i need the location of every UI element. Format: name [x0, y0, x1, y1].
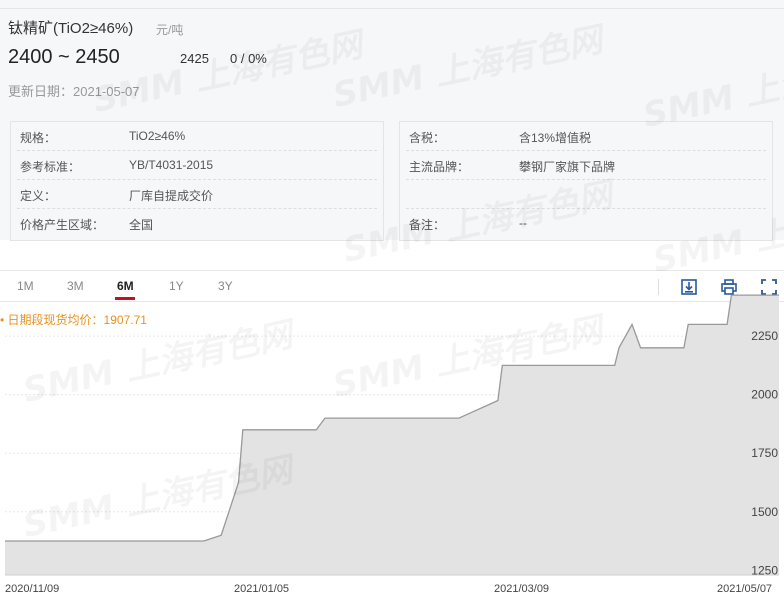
spec-label: 价格产生区域：: [20, 218, 105, 232]
spec-row: 定义： 厂库自提成交价: [11, 180, 383, 209]
legend-text: 日期段现货均价：1907.71: [7, 313, 147, 327]
spec-value: 厂库自提成交价: [129, 189, 214, 203]
divider: [0, 8, 784, 9]
spec-label: 规格：: [20, 131, 57, 145]
spec-row: 价格产生区域： 全国: [11, 209, 383, 238]
price-range: 2400 ~ 2450: [8, 46, 120, 68]
y-tick-label: 1750: [751, 446, 778, 460]
price-change: 0 / 0%: [230, 51, 267, 66]
x-tick-label: 2021/05/07: [717, 583, 773, 595]
spec-row: [400, 180, 772, 209]
spec-value: --: [519, 216, 527, 230]
price-chart-section: 1M 3M 6M 1Y 3Y 1250 1500 1750 2000 2250 …: [0, 270, 784, 606]
update-date: 更新日期：2021-05-07: [8, 84, 140, 99]
spec-row: 规格： TiO2≥46%: [11, 122, 383, 151]
spec-table-left: 规格： TiO2≥46% 参考标准： YB/T4031-2015 定义： 厂库自…: [10, 121, 384, 241]
spec-row: 含税： 含13%增值税: [400, 122, 772, 151]
y-tick-label: 1500: [751, 505, 778, 519]
spec-value: TiO2≥46%: [129, 129, 186, 143]
spec-row: 参考标准： YB/T4031-2015: [11, 151, 383, 180]
legend-marker: •: [0, 313, 5, 327]
spec-row: 主流品牌： 攀钢厂家旗下品牌: [400, 151, 772, 180]
average-price: 2425: [180, 51, 209, 66]
x-tick-label: 2021/01/05: [234, 583, 290, 595]
spec-value: 攀钢厂家旗下品牌: [519, 160, 616, 174]
chart-legend: • 日期段现货均价：1907.71: [0, 311, 147, 328]
spec-value: 含13%增值税: [519, 131, 592, 145]
x-tick-label: 2021/03/09: [494, 583, 550, 595]
spec-label: 含税：: [409, 131, 446, 145]
spec-row: 备注： --: [400, 209, 772, 238]
price-area: [5, 295, 779, 575]
y-tick-label: 1250: [751, 563, 778, 577]
price-unit: 元/吨: [156, 23, 184, 37]
spec-value: 全国: [129, 218, 154, 232]
spec-label: 备注：: [409, 218, 446, 232]
price-summary-panel: 钛精矿(TiO2≥46%) 元/吨 2400 ~ 2450 2425 0 / 0…: [0, 0, 784, 241]
y-tick-label: 2250: [751, 329, 778, 343]
spec-label: 参考标准：: [20, 160, 81, 174]
spec-table-right: 含税： 含13%增值税 主流品牌： 攀钢厂家旗下品牌 备注： --: [399, 121, 773, 241]
spec-label: 定义：: [20, 189, 57, 203]
x-tick-label: 2020/11/09: [5, 583, 60, 595]
spec-label: 主流品牌：: [409, 160, 470, 174]
product-title: 钛精矿(TiO2≥46%): [8, 20, 134, 37]
spec-value: YB/T4031-2015: [129, 158, 214, 172]
y-tick-label: 2000: [751, 388, 778, 402]
